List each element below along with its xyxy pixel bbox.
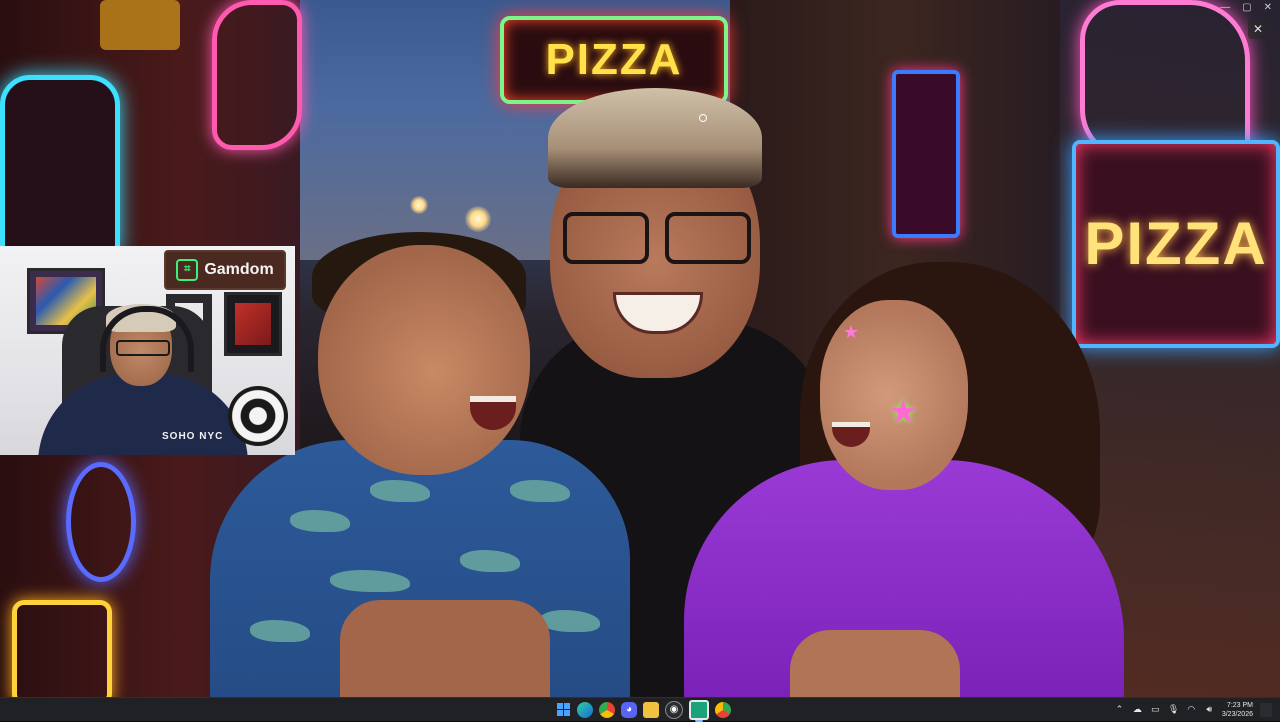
taskbar: ◕ ◉ ⌃ ☁ ▭ 🎙︎ ◠ 🔊︎ 7:23 PM 3/23/2026 xyxy=(0,697,1280,722)
volume-icon[interactable]: 🔊︎ xyxy=(1204,704,1215,715)
street-light xyxy=(410,196,428,214)
chrome-icon[interactable] xyxy=(599,701,615,718)
clock-date: 3/23/2026 xyxy=(1221,710,1253,718)
window-controls: — ▢ ✕ xyxy=(1220,2,1272,13)
discord-icon[interactable]: ◕ xyxy=(621,701,637,718)
overlay-close-button[interactable]: ✕ xyxy=(1248,19,1268,39)
plush-toy xyxy=(228,386,288,446)
gamdom-banner-text: Gamdom xyxy=(204,261,274,278)
show-desktop-button[interactable] xyxy=(1260,702,1272,717)
wifi-icon[interactable]: ◠ xyxy=(1186,704,1197,715)
app-icon[interactable] xyxy=(689,699,709,722)
maximize-button[interactable]: ▢ xyxy=(1242,2,1251,13)
taskbar-apps: ◕ ◉ xyxy=(555,698,731,722)
minimize-button[interactable]: — xyxy=(1220,2,1230,13)
wall-frame xyxy=(224,292,282,356)
webcam-overlay: ⌗ Gamdom SOHO NYC xyxy=(0,246,295,455)
microphone-icon[interactable]: 🎙︎ xyxy=(1168,704,1179,715)
gamdom-logo-icon: ⌗ xyxy=(176,259,199,281)
teen-glasses xyxy=(563,212,751,264)
cloud-icon[interactable]: ☁ xyxy=(1132,704,1143,715)
edge-icon[interactable] xyxy=(577,701,593,718)
clock[interactable]: 7:23 PM 3/23/2026 xyxy=(1222,701,1253,719)
boy-face xyxy=(318,245,530,475)
teen-hair xyxy=(548,88,762,188)
neon-sign xyxy=(100,0,180,50)
star-face-paint-icon: ★ xyxy=(888,393,919,431)
close-button[interactable]: ✕ xyxy=(1264,2,1272,13)
neon-sign xyxy=(892,70,960,238)
network-icon[interactable]: ▭ xyxy=(1150,704,1161,715)
hands xyxy=(790,630,960,697)
neon-sign xyxy=(12,600,112,697)
chevron-up-icon[interactable]: ⌃ xyxy=(1114,704,1125,715)
neon-sign xyxy=(212,0,302,150)
start-icon[interactable] xyxy=(555,702,571,718)
hoodie-text: SOHO NYC xyxy=(162,431,224,442)
star-face-paint-icon: ★ xyxy=(843,322,860,342)
gamdom-banner: ⌗ Gamdom xyxy=(164,250,286,290)
chrome-canary-icon[interactable] xyxy=(715,701,731,718)
neon-sign xyxy=(1080,0,1250,160)
street-light xyxy=(465,206,491,232)
streamer-glasses xyxy=(116,340,170,356)
hands xyxy=(340,600,550,697)
clock-time: 7:23 PM xyxy=(1226,701,1253,709)
file-explorer-icon[interactable] xyxy=(643,701,659,718)
system-tray: ⌃ ☁ ▭ 🎙︎ ◠ 🔊︎ 7:23 PM 3/23/2026 xyxy=(1114,698,1280,721)
obs-icon[interactable]: ◉ xyxy=(665,700,683,719)
neon-sign xyxy=(0,75,120,255)
neon-sign xyxy=(66,462,136,582)
mouse-cursor xyxy=(699,114,707,122)
neon-pizza-sign-right: PIZZA xyxy=(1072,140,1280,348)
